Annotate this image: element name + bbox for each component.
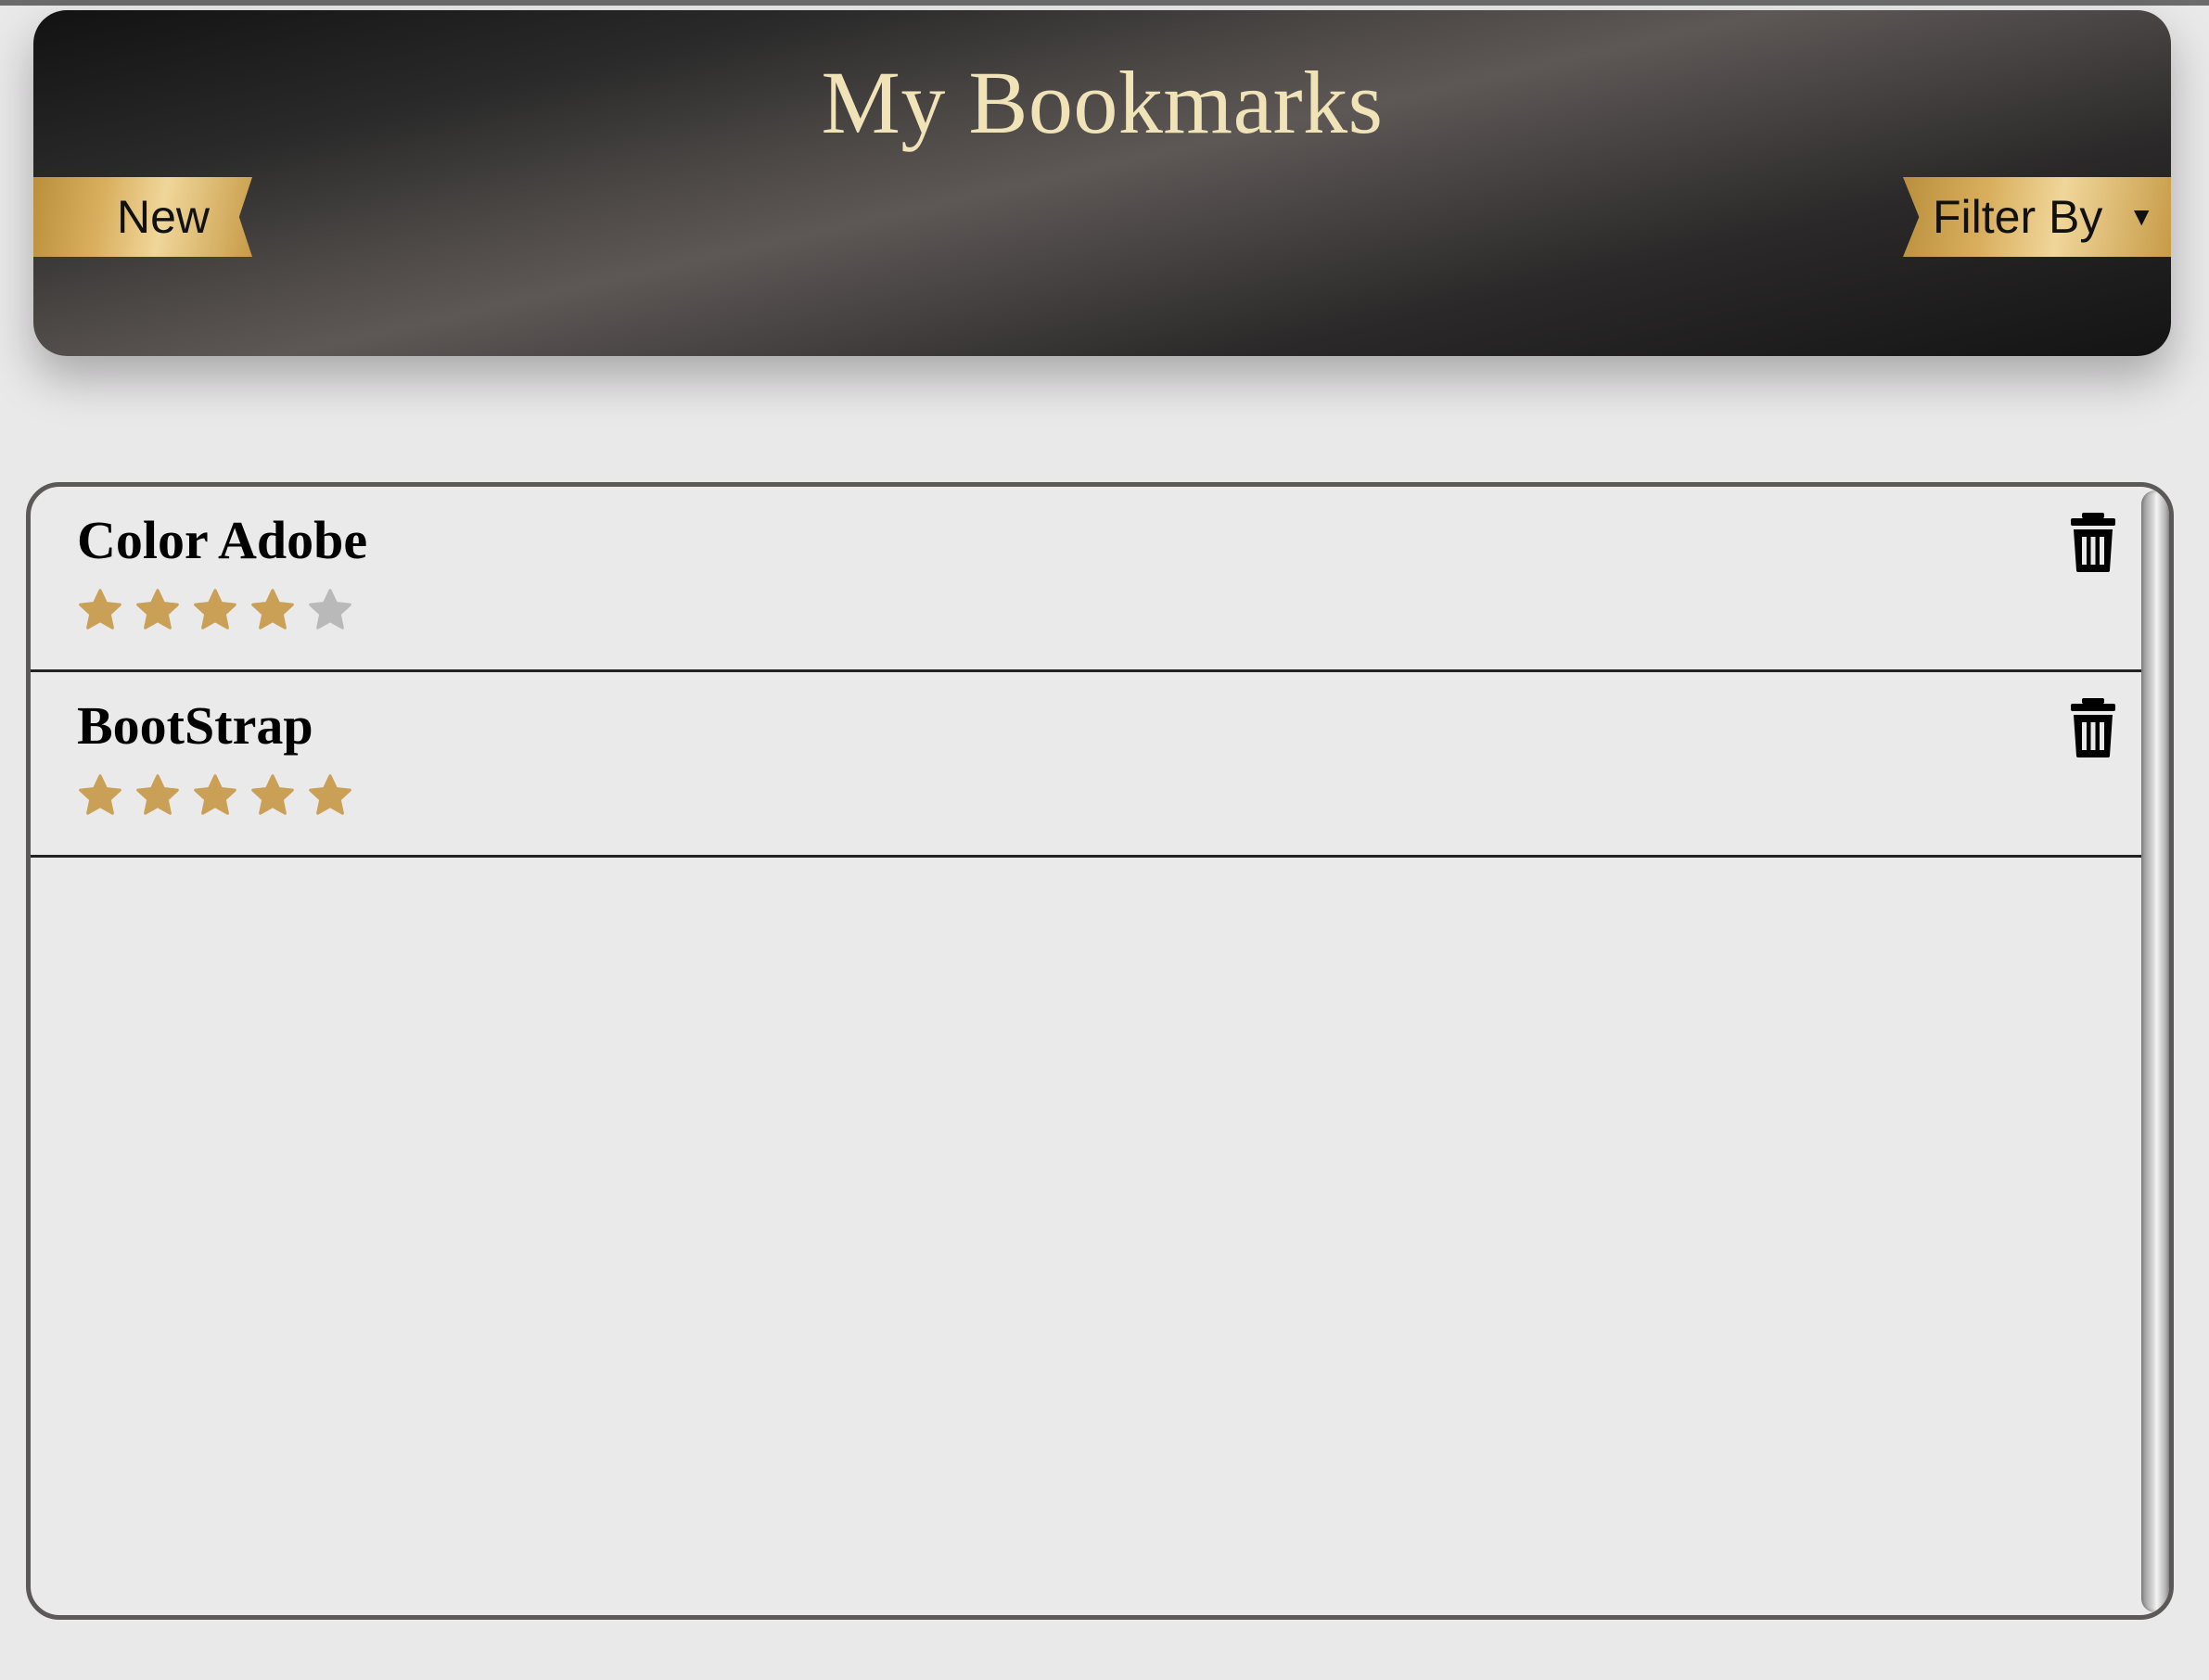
scrollbar[interactable]	[2141, 490, 2169, 1612]
window-top-border	[0, 0, 2209, 6]
bookmark-name[interactable]: BootStrap	[77, 694, 313, 757]
trash-icon[interactable]	[2069, 698, 2117, 757]
new-bookmark-button[interactable]: New	[33, 177, 252, 257]
star-icon[interactable]	[77, 587, 123, 633]
caret-down-icon: ▼	[2128, 202, 2155, 231]
star-icon[interactable]	[307, 772, 353, 819]
filter-label: Filter By	[1933, 191, 2103, 243]
star-icon[interactable]	[134, 587, 181, 633]
rating-stars[interactable]	[77, 772, 353, 819]
star-icon[interactable]	[307, 587, 353, 633]
star-icon[interactable]	[192, 772, 238, 819]
trash-icon[interactable]	[2069, 513, 2117, 572]
bookmark-list: Color Adobe BootStrap	[26, 482, 2174, 1620]
star-icon[interactable]	[249, 772, 296, 819]
star-icon[interactable]	[77, 772, 123, 819]
page-title: My Bookmarks	[821, 53, 1384, 152]
list-item[interactable]: BootStrap	[31, 672, 2143, 858]
list-item[interactable]: Color Adobe	[31, 487, 2143, 672]
new-button-label: New	[116, 191, 210, 243]
star-icon[interactable]	[192, 587, 238, 633]
app-header: My Bookmarks New Filter By ▼	[33, 10, 2171, 356]
star-icon[interactable]	[249, 587, 296, 633]
filter-by-dropdown[interactable]: Filter By ▼	[1903, 177, 2171, 257]
bookmark-name[interactable]: Color Adobe	[77, 509, 367, 571]
star-icon[interactable]	[134, 772, 181, 819]
rating-stars[interactable]	[77, 587, 353, 633]
